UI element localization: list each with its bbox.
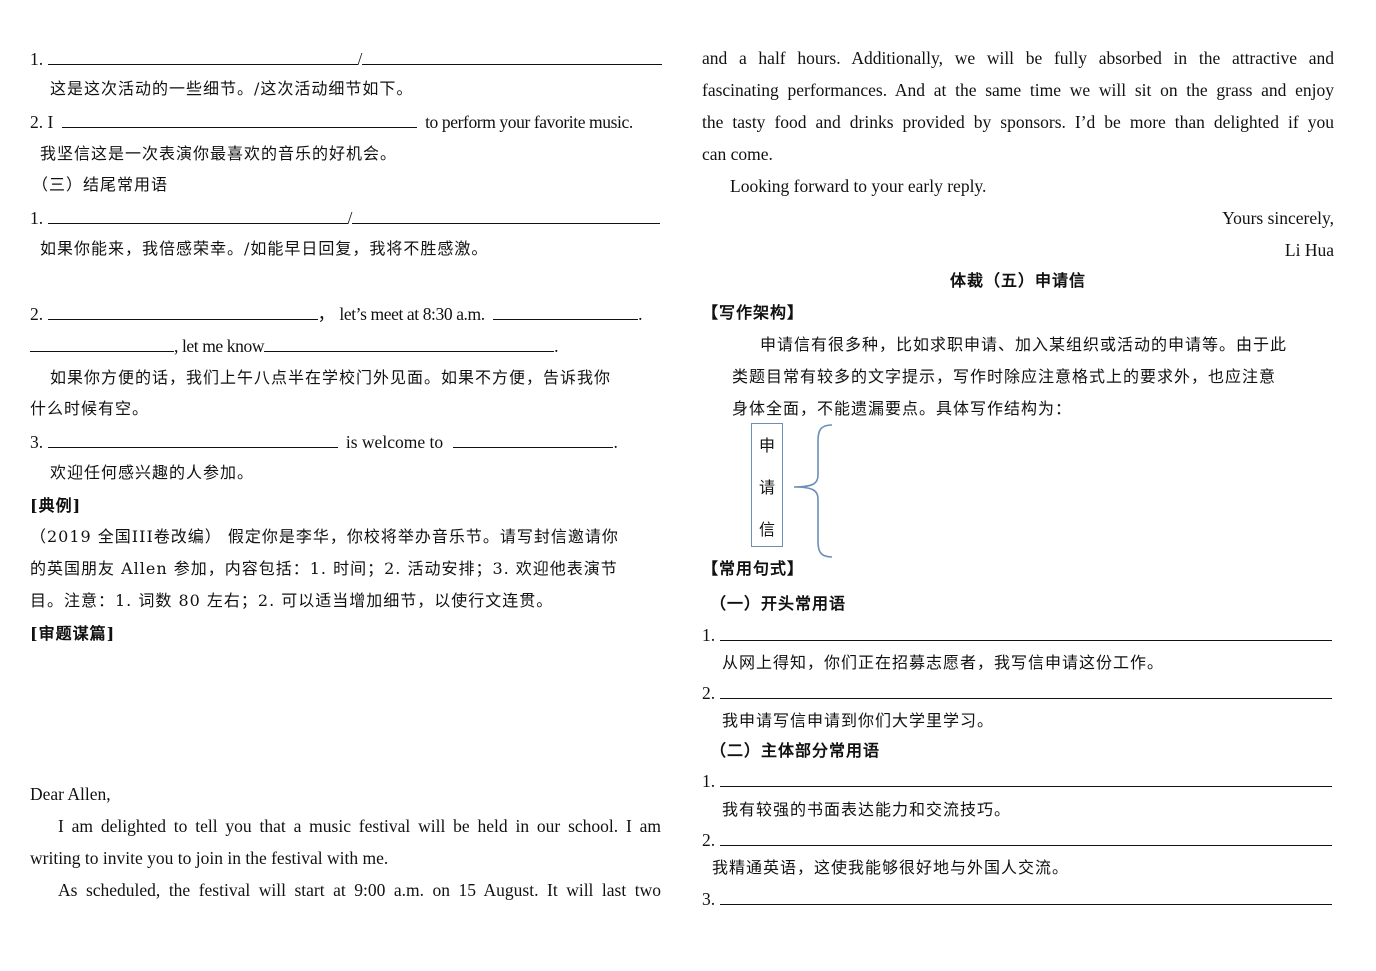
closing3-mid: is welcome to — [345, 432, 444, 452]
detail-phrase-item-1: 1. / — [30, 43, 663, 75]
body-phrase-item-1: 1. — [702, 765, 1334, 797]
item-number: 2. — [702, 683, 716, 703]
letter-signature: Li Hua — [1284, 240, 1334, 260]
diagram-char: 请 — [758, 478, 775, 497]
answer-blank[interactable] — [362, 44, 663, 65]
item2-suffix: to perform your favorite music. — [425, 112, 633, 132]
letter-signoff: Yours sincerely, — [1222, 208, 1334, 228]
body-section-heading: （二）主体部分常用语 — [710, 741, 881, 760]
phrases-heading: 【常用句式】 — [702, 559, 805, 578]
structure-text-line3: 身体全面，不能遗漏要点。具体写作结构为： — [732, 399, 1073, 418]
closing3-translation: 欢迎任何感兴趣的人参加。 — [50, 463, 255, 482]
analysis-heading: [审题谋篇] — [30, 624, 116, 643]
item-number: 3. — [30, 432, 44, 452]
period: . — [613, 432, 618, 452]
example-prompt-line1: （2019 全国III卷改编） 假定你是李华，你校将举办音乐节。请写封信邀请你 — [30, 527, 619, 546]
item-number: 2. — [30, 304, 44, 324]
closing-section-heading: （三）结尾常用语 — [32, 175, 169, 194]
letter-p1-line2: writing to invite you to join in the fes… — [30, 848, 389, 868]
answer-blank[interactable] — [719, 620, 1332, 641]
answer-blank[interactable] — [493, 299, 639, 320]
section-title: 体裁（五）申请信 — [949, 271, 1086, 290]
letter-p1-line1: I am delighted to tell you that a music … — [58, 816, 661, 836]
structure-heading: 【写作架构】 — [702, 303, 805, 322]
structure-text-line2: 类题目常有较多的文字提示，写作时除应注意格式上的要求外，也应注意 — [732, 367, 1277, 386]
answer-blank[interactable] — [453, 427, 614, 448]
example-prompt-line3: 目。注意：1. 词数 80 左右；2. 可以适当增加细节，以使行文连贯。 — [30, 591, 554, 610]
answer-blank[interactable] — [719, 678, 1332, 699]
diagram-char: 信 — [758, 520, 775, 539]
letter-p2-line4: the tasty food and drinks provided by sp… — [702, 112, 1334, 132]
detail-phrase-item-2: 2. I to perform your favorite music. — [30, 106, 661, 138]
closing1-translation: 如果你能来，我倍感荣幸。/如能早日回复，我将不胜感激。 — [40, 239, 489, 258]
closing2-translation-line1: 如果你方便的话，我们上午八点半在学校门外见面。如果不方便，告诉我你 — [50, 368, 612, 387]
item1-translation: 这是这次活动的一些细节。/这次活动细节如下。 — [50, 79, 414, 98]
answer-blank[interactable] — [47, 203, 348, 224]
closing-phrase-item-3: 3. is welcome to . — [30, 426, 661, 458]
period: . — [554, 336, 559, 356]
answer-blank[interactable] — [264, 331, 555, 352]
body-phrase-item-3: 3. — [702, 883, 1334, 915]
item-number: 2. — [702, 830, 716, 850]
letter-closing: Looking forward to your early reply. — [730, 176, 987, 196]
body1-translation: 我有较强的书面表达能力和交流技巧。 — [722, 800, 1012, 819]
item-number: 1. — [702, 771, 716, 791]
structure-text-line1: 申请信有很多种，比如求职申请、加入某组织或活动的申请等。由于此 — [760, 335, 1288, 354]
answer-blank[interactable] — [61, 107, 417, 128]
opening1-translation: 从网上得知，你们正在招募志愿者，我写信申请这份工作。 — [722, 653, 1165, 672]
answer-blank[interactable] — [352, 203, 661, 224]
closing-phrase-item-1: 1. / — [30, 202, 661, 234]
opening2-translation: 我申请写信申请到你们大学里学习。 — [722, 711, 995, 730]
answer-blank[interactable] — [30, 331, 174, 352]
opening-section-heading: （一）开头常用语 — [710, 594, 847, 613]
item-number: 3. — [702, 889, 716, 909]
body2-translation: 我精通英语，这使我能够很好地与外国人交流。 — [712, 858, 1070, 877]
closing2-line2-mid: , let me know — [174, 336, 265, 356]
item-number: 1. — [30, 208, 44, 228]
answer-blank[interactable] — [719, 766, 1332, 787]
closing-phrase-item-2: 2. ， let’s meet at 8:30 a.m. . — [30, 298, 661, 330]
letter-p2-line2: and a half hours. Additionally, we will … — [702, 48, 1334, 68]
item-number: 1. — [702, 625, 716, 645]
item-number: 1. — [30, 49, 44, 69]
closing-phrase-item-2-line2: , let me know. — [30, 330, 661, 362]
comma: ， — [317, 304, 336, 324]
period: . — [638, 304, 643, 324]
letter-p2-line1: As scheduled, the festival will start at… — [58, 880, 661, 900]
item-number: 2. I — [30, 112, 54, 132]
curly-brace-icon — [793, 424, 833, 558]
letter-p2-line5: can come. — [702, 144, 773, 164]
letter-p2-line3: fascinating performances. And at the sam… — [702, 80, 1334, 100]
answer-blank[interactable] — [719, 884, 1332, 905]
answer-blank[interactable] — [719, 825, 1332, 846]
item2-translation: 我坚信这是一次表演你最喜欢的音乐的好机会。 — [40, 144, 398, 163]
answer-blank[interactable] — [47, 44, 358, 65]
structure-diagram-box: 申 请 信 — [751, 423, 783, 547]
example-prompt-line2: 的英国朋友 Allen 参加，内容包括：1. 时间；2. 活动安排；3. 欢迎他… — [30, 559, 618, 578]
answer-blank[interactable] — [47, 299, 318, 320]
example-heading: [典例] — [30, 496, 82, 515]
closing2-translation-line2: 什么时候有空。 — [30, 399, 150, 418]
closing2-mid: let’s meet at 8:30 a.m. — [339, 304, 485, 324]
letter-salutation: Dear Allen, — [30, 784, 111, 804]
diagram-char: 申 — [758, 436, 775, 455]
answer-blank[interactable] — [47, 427, 338, 448]
